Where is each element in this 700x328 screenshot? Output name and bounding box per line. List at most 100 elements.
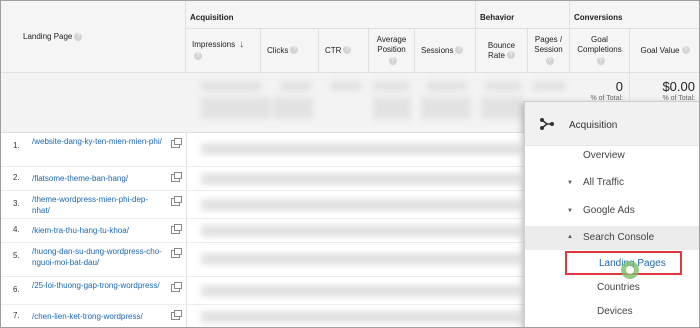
nav-item-overview[interactable]: Overview — [583, 150, 625, 161]
nav-item-devices[interactable]: Devices — [597, 306, 633, 317]
row-divider — [186, 191, 187, 218]
average-position-column-header[interactable]: Average Position ? — [369, 29, 415, 73]
clicks-label: Clicks — [267, 45, 289, 55]
open-in-new-window-icon[interactable] — [171, 138, 182, 148]
question-icon[interactable]: ? — [681, 46, 690, 55]
open-in-new-window-icon[interactable] — [171, 282, 182, 292]
behavior-group-label: Behavior — [480, 13, 515, 22]
question-icon[interactable]: ? — [596, 57, 605, 66]
nav-item-google-ads[interactable]: Google Ads — [583, 205, 635, 216]
blurred-value — [485, 81, 521, 91]
goal-completions-label-1: Goal — [591, 34, 608, 44]
bounce-rate-label-2: Rate — [488, 50, 505, 60]
open-in-new-window-icon[interactable] — [171, 224, 182, 234]
blurred-value — [373, 81, 409, 91]
landing-page-header[interactable]: Landing Page ? — [1, 1, 186, 73]
blurred-value — [373, 97, 411, 119]
conversions-group-label: Conversions — [574, 13, 623, 22]
row-index: 4. — [13, 225, 20, 234]
goal-completions-column-header[interactable]: Goal Completions ? — [570, 29, 630, 73]
blurred-row-values — [201, 173, 521, 185]
question-icon[interactable]: ? — [290, 46, 299, 55]
open-in-new-window-icon[interactable] — [171, 196, 182, 206]
blurred-row-values — [201, 199, 521, 211]
blurred-row-values — [201, 225, 521, 237]
question-icon[interactable]: ? — [545, 57, 554, 66]
conversions-group-header: Conversions — [570, 1, 699, 29]
blurred-value — [273, 97, 313, 119]
row-index: 7. — [13, 311, 20, 320]
sessions-column-header[interactable]: Sessions? — [415, 29, 476, 73]
open-in-new-window-icon[interactable] — [171, 248, 182, 258]
row-divider — [186, 133, 187, 166]
nav-item-all-traffic[interactable]: All Traffic — [583, 177, 624, 188]
acquisition-group-label: Acquisition — [190, 13, 234, 22]
nav-item-search-console[interactable]: Search Console — [583, 232, 654, 243]
blurred-value — [421, 97, 471, 119]
nav-item-search-console-row[interactable]: ▲ Search Console — [525, 226, 699, 250]
sessions-label: Sessions — [421, 45, 454, 55]
landing-page-link[interactable]: /kiem-tra-thu-hang-tu-khoa/ — [32, 225, 162, 236]
row-index: 1. — [13, 141, 20, 150]
landing-page-link[interactable]: /chen-lien-ket-trong-wordpress/ — [32, 311, 162, 322]
report-table-screenshot: Landing Page ? Acquisition Behavior Conv… — [0, 0, 700, 328]
bounce-rate-column-header[interactable]: Bounce Rate? — [476, 29, 528, 73]
question-icon[interactable]: ? — [506, 51, 515, 60]
clicks-column-header[interactable]: Clicks? — [261, 29, 319, 73]
acquisition-icon — [540, 118, 554, 130]
ctr-label: CTR — [325, 45, 342, 55]
open-in-new-window-icon[interactable] — [171, 310, 182, 320]
row-divider — [186, 219, 187, 242]
impressions-label: Impressions — [192, 39, 236, 49]
sort-down-arrow-icon[interactable]: ↓ — [239, 39, 244, 50]
landing-page-header-label: Landing Page — [23, 32, 73, 41]
goal-completions-total-value: 0 — [615, 79, 623, 94]
pages-per-session-column-header[interactable]: Pages / Session ? — [528, 29, 570, 73]
pages-per-session-label-2: Session — [534, 44, 563, 54]
blurred-value — [201, 81, 261, 91]
impressions-column-header[interactable]: Impressions ↓ ? — [186, 29, 261, 73]
row-divider — [186, 277, 187, 304]
blurred-value — [481, 97, 523, 119]
landing-page-link[interactable]: /25-loi-thuong-gap-trong-wordpress/ — [32, 280, 162, 291]
goal-value-column-header[interactable]: Goal Value? — [630, 29, 699, 73]
triangle-right-icon[interactable]: ▼ — [567, 208, 573, 214]
landing-page-link[interactable]: /huong-dan-su-dung-wordpress-cho-nguoi-m… — [32, 246, 162, 268]
blurred-value — [331, 81, 361, 91]
row-index: 6. — [13, 285, 20, 294]
question-icon[interactable]: ? — [388, 57, 397, 66]
question-icon[interactable]: ? — [343, 46, 352, 55]
open-in-new-window-icon[interactable] — [171, 172, 182, 182]
question-icon[interactable]: ? — [194, 52, 202, 61]
goal-value-label: Goal Value — [640, 45, 680, 55]
triangle-right-icon[interactable]: ▼ — [567, 180, 573, 186]
acquisition-nav-label: Acquisition — [569, 120, 618, 131]
triangle-down-icon[interactable]: ▲ — [567, 234, 573, 240]
row-index: 2. — [13, 173, 20, 182]
goal-completions-label-2: Completions — [577, 44, 622, 54]
nav-item-countries[interactable]: Countries — [597, 282, 640, 293]
behavior-group-header: Behavior — [476, 1, 570, 29]
pages-per-session-label-1: Pages / — [534, 34, 563, 44]
row-index: 5. — [13, 251, 20, 260]
blurred-row-values — [201, 285, 521, 297]
row-divider — [186, 243, 187, 276]
landing-page-link[interactable]: /theme-wordpress-mien-phi-dep-nhat/ — [32, 194, 162, 216]
bounce-rate-label-1: Bounce — [487, 40, 516, 50]
average-position-label-1: Average — [376, 34, 407, 44]
acquisition-nav-panel: Acquisition Overview ▼ All Traffic ▼ Goo… — [524, 101, 699, 327]
average-position-label-2: Position — [377, 44, 406, 54]
blurred-row-values — [201, 253, 521, 265]
landing-page-link[interactable]: /website-dang-ky-ten-mien-mien-phi/ — [32, 136, 162, 147]
landing-page-link[interactable]: /flatsome-theme-ban-hang/ — [32, 173, 162, 184]
question-icon[interactable]: ? — [455, 46, 464, 55]
acquisition-nav-header[interactable]: Acquisition — [525, 102, 699, 146]
blurred-row-values — [201, 311, 521, 323]
row-index: 3. — [13, 199, 20, 208]
ctr-column-header[interactable]: CTR? — [319, 29, 369, 73]
blurred-row-values — [201, 143, 521, 155]
blurred-value — [201, 97, 271, 119]
row-divider — [186, 305, 187, 327]
blurred-value — [427, 81, 467, 91]
question-icon[interactable]: ? — [74, 32, 83, 41]
